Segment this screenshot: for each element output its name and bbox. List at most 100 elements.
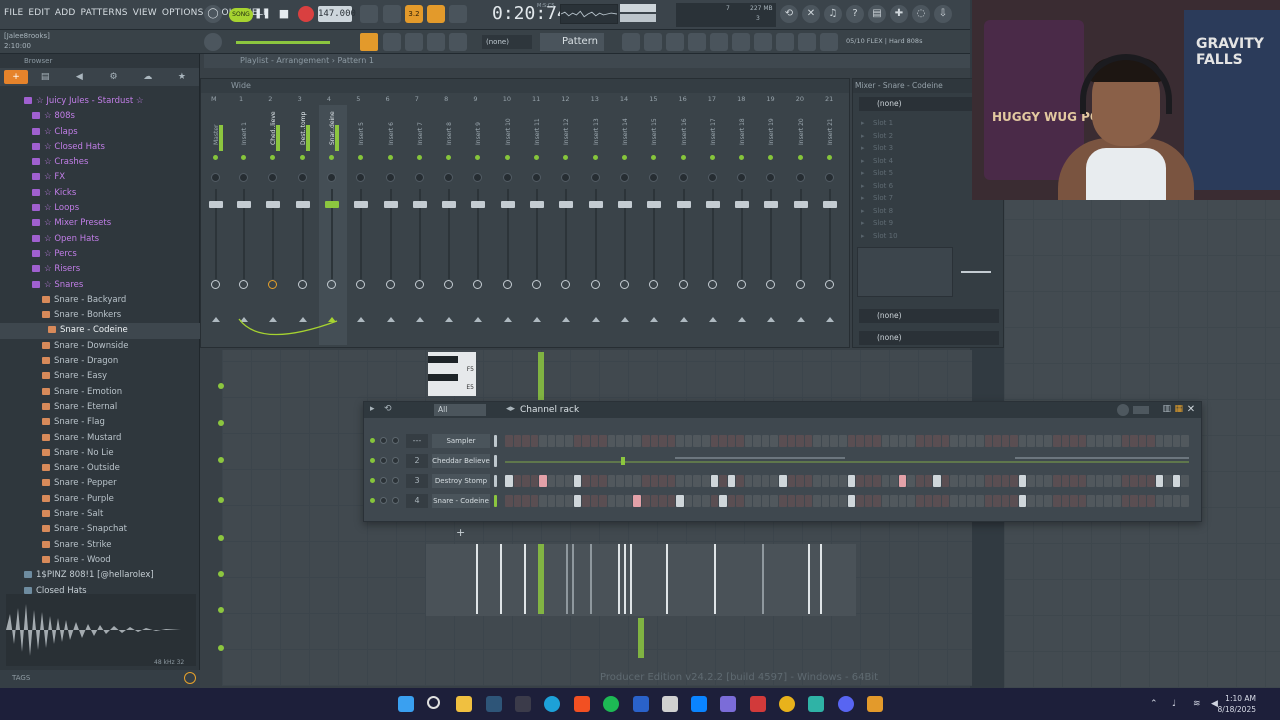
mixer-insert-strip[interactable]: Insert 8	[436, 105, 464, 345]
step-button[interactable]	[1018, 495, 1027, 507]
step-button[interactable]	[573, 475, 582, 487]
pan-knob[interactable]	[561, 173, 571, 182]
channel-name-button[interactable]: Sampler	[432, 434, 490, 448]
step-button[interactable]	[736, 435, 744, 447]
step-button[interactable]	[1130, 495, 1138, 507]
pan-knob[interactable]	[707, 173, 717, 182]
stereo-knob[interactable]	[473, 280, 483, 289]
plugin-icon[interactable]: ✚	[890, 5, 908, 23]
volume-fader[interactable]	[617, 201, 632, 208]
step-button[interactable]	[830, 475, 838, 487]
steam-icon[interactable]	[486, 696, 502, 712]
step-button[interactable]	[599, 435, 607, 447]
step-button[interactable]	[975, 435, 984, 447]
step-button[interactable]	[916, 435, 924, 447]
menu-options[interactable]: OPTIONS	[162, 8, 204, 18]
mixer-insert-strip[interactable]: Insert 6	[378, 105, 406, 345]
mute-led[interactable]	[739, 155, 745, 160]
step-button[interactable]	[513, 435, 522, 447]
step-button[interactable]	[958, 495, 967, 507]
step-button[interactable]	[1121, 435, 1130, 447]
step-button[interactable]	[1001, 475, 1010, 487]
step-button[interactable]	[1172, 435, 1181, 447]
browser-file[interactable]: Snare - Emotion	[0, 385, 200, 400]
volume-fader[interactable]	[705, 201, 720, 208]
step-button[interactable]	[650, 495, 659, 507]
swing-knob-icon[interactable]	[1117, 404, 1129, 416]
step-button[interactable]	[1078, 475, 1087, 487]
step-button[interactable]	[796, 435, 804, 447]
browser-folder[interactable]: ☆ Loops	[0, 201, 200, 216]
stereo-knob[interactable]	[619, 280, 629, 289]
step-button[interactable]	[1112, 475, 1121, 487]
mixer-insert-strip[interactable]: Insert 7	[407, 105, 435, 345]
step-button[interactable]	[701, 435, 710, 447]
step-button[interactable]	[813, 435, 821, 447]
effect-slot[interactable]: Slot 9	[859, 217, 979, 230]
channel-name-button[interactable]: Snare - Codeine	[432, 494, 490, 508]
step-button[interactable]	[530, 475, 539, 487]
step-button[interactable]	[941, 495, 950, 507]
step-button[interactable]	[1027, 475, 1035, 487]
step-button[interactable]	[933, 435, 941, 447]
windows-start-icon[interactable]	[398, 696, 414, 712]
route-arrow-icon[interactable]	[708, 317, 717, 322]
effect-slot[interactable]: Slot 4	[859, 155, 979, 168]
mute-led[interactable]	[416, 155, 422, 160]
master-volume-slider[interactable]	[236, 41, 330, 44]
step-button[interactable]	[916, 495, 924, 507]
step-button[interactable]	[710, 435, 719, 447]
metronome-icon[interactable]	[360, 5, 378, 23]
step-button[interactable]	[1001, 495, 1010, 507]
link-icon[interactable]	[427, 33, 445, 51]
step-button[interactable]	[958, 475, 967, 487]
step-button[interactable]	[693, 475, 701, 487]
browser-folder[interactable]: ☆ Percs	[0, 247, 200, 262]
step-button[interactable]	[779, 435, 787, 447]
track-led[interactable]	[218, 607, 224, 613]
step-button[interactable]	[599, 475, 607, 487]
route-arrow-icon[interactable]	[357, 317, 366, 322]
mixer-window-icon[interactable]	[688, 33, 706, 51]
step-button[interactable]	[1001, 435, 1010, 447]
step-button[interactable]	[770, 495, 778, 507]
chat-icon[interactable]: ◌	[912, 5, 930, 23]
browser-folder[interactable]: ☆ Risers	[0, 262, 200, 277]
mic-tray-icon[interactable]: ♩	[1172, 699, 1176, 709]
pan-knob[interactable]	[737, 173, 747, 182]
step-button[interactable]	[667, 495, 676, 507]
step-button[interactable]	[642, 475, 650, 487]
mute-led[interactable]	[563, 155, 569, 160]
step-button[interactable]	[1070, 435, 1078, 447]
step-button[interactable]	[1130, 435, 1138, 447]
step-button[interactable]	[1121, 495, 1130, 507]
step-button[interactable]	[530, 495, 539, 507]
step-button[interactable]	[1104, 435, 1112, 447]
step-button[interactable]	[659, 475, 667, 487]
mixer-insert-strip[interactable]: Insert 20	[788, 105, 816, 345]
step-button[interactable]	[873, 435, 881, 447]
step-button[interactable]	[616, 495, 624, 507]
cart-icon[interactable]	[820, 33, 838, 51]
arrow-tool-icon[interactable]	[383, 33, 401, 51]
volume-fader[interactable]	[588, 201, 603, 208]
obs-icon[interactable]	[808, 696, 824, 712]
pattern-song-knob-icon[interactable]: ◯	[204, 5, 222, 23]
spotify-icon[interactable]	[603, 696, 619, 712]
track-led[interactable]	[218, 497, 224, 503]
mute-led[interactable]	[680, 155, 686, 160]
file-explorer-icon[interactable]	[456, 696, 472, 712]
teams-icon[interactable]	[720, 696, 736, 712]
step-button[interactable]	[1070, 495, 1078, 507]
fl-studio-taskbar-icon[interactable]	[867, 696, 883, 712]
step-button[interactable]	[1078, 495, 1087, 507]
brave-icon[interactable]	[574, 696, 590, 712]
step-button[interactable]	[753, 475, 761, 487]
channel-mixer-target[interactable]: 2	[406, 454, 428, 468]
browser-file[interactable]: Snare - Wood	[0, 553, 200, 568]
step-button[interactable]	[830, 495, 838, 507]
browser-file[interactable]: Snare - Pepper	[0, 476, 200, 491]
eq-fader-row[interactable]	[961, 271, 991, 273]
step-button[interactable]	[993, 495, 1001, 507]
step-button[interactable]	[1147, 435, 1155, 447]
